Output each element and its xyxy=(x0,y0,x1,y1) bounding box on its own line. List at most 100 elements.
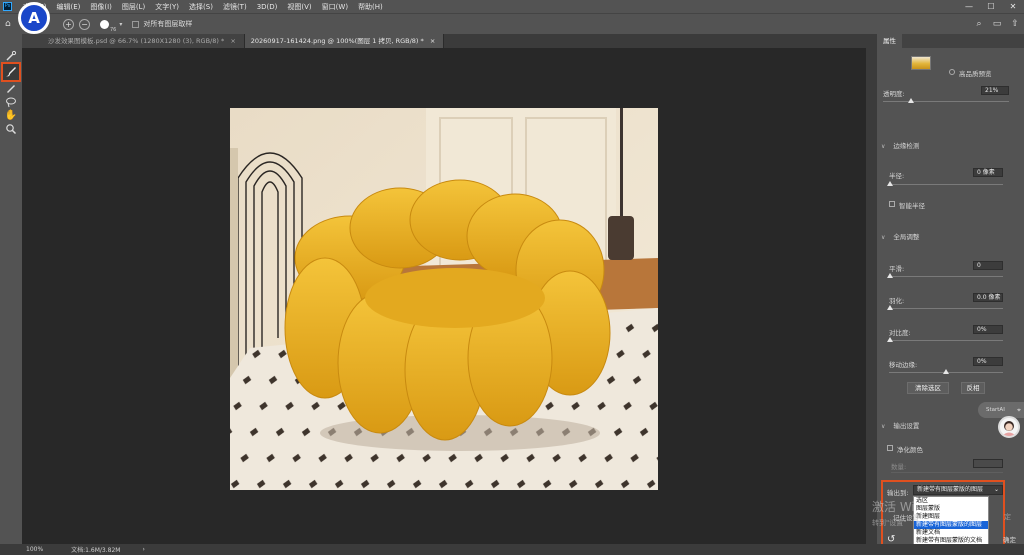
hand-icon[interactable]: ✋ xyxy=(3,109,19,123)
opacity-label: 透明度: xyxy=(883,90,905,98)
invert-button[interactable]: 反相 xyxy=(961,382,985,394)
close-icon[interactable]: × xyxy=(230,37,235,45)
canvas-area[interactable] xyxy=(22,48,866,544)
output-to-select[interactable]: 新建带有图层蒙版的图层 ⌄ xyxy=(913,485,1003,495)
menu-3d[interactable]: 3D(D) xyxy=(252,3,283,11)
contrast-field[interactable]: 0% xyxy=(973,325,1003,334)
shift-edge-slider-knob[interactable] xyxy=(943,369,949,374)
brush-preview-icon[interactable] xyxy=(100,19,109,29)
amount-slider-track xyxy=(891,472,1003,473)
feather-label: 羽化: xyxy=(889,297,905,305)
option-new-layer[interactable]: 新建图层 xyxy=(914,513,988,521)
clear-selection-button[interactable]: 清除选区 xyxy=(907,382,949,394)
brush-icon[interactable] xyxy=(3,82,19,96)
close-window-button[interactable]: ✕ xyxy=(1002,2,1024,11)
feather-slider-knob[interactable] xyxy=(887,305,893,310)
smooth-slider-track[interactable] xyxy=(889,276,1003,277)
refine-edge-brush-icon[interactable] xyxy=(1,62,21,82)
smooth-field[interactable]: 0 xyxy=(973,261,1003,270)
document-size: 文档:1.6M/3.82M xyxy=(71,547,121,554)
edge-detection-title: 边缘检测 xyxy=(893,142,920,150)
app-logo-icon: A xyxy=(18,2,50,34)
output-to-options: 选区 图层蒙版 新建图层 新建带有图层蒙版的图层 新建文档 新建带有图层蒙版的文… xyxy=(913,496,989,546)
shift-edge-label: 移动边缘: xyxy=(889,361,918,369)
opacity-slider-knob[interactable] xyxy=(908,98,914,103)
lasso-icon[interactable] xyxy=(3,96,19,110)
menu-bar: Ps 文件(F) 编辑(E) 图像(I) 图层(L) 文字(Y) 选择(S) 滤… xyxy=(0,0,1024,13)
smart-radius-checkbox[interactable] xyxy=(889,201,895,207)
chevron-down-icon[interactable]: ▾ xyxy=(119,21,122,28)
decontaminate-colors-checkbox[interactable] xyxy=(887,445,893,451)
subtract-from-selection-icon[interactable]: − xyxy=(79,18,90,30)
home-icon[interactable]: ⌂ xyxy=(5,19,13,29)
option-selection[interactable]: 选区 xyxy=(914,497,988,505)
chevron-down-icon: ⌄ xyxy=(993,486,999,493)
menu-window[interactable]: 窗口(W) xyxy=(317,2,353,12)
feather-field[interactable]: 0.0 像素 xyxy=(973,293,1003,302)
output-settings-header[interactable]: ∨ 输出设置 xyxy=(881,420,919,430)
global-refine-header[interactable]: ∨ 全局调整 xyxy=(881,231,919,241)
tab-label: 沙发效果图模板.psd @ 66.7% (1280X1280 (3), RGB/… xyxy=(48,37,225,45)
contrast-slider-track[interactable] xyxy=(889,340,1003,341)
opacity-slider-track[interactable] xyxy=(883,101,1009,102)
search-icon[interactable]: ⌕ xyxy=(970,19,988,29)
menu-layer[interactable]: 图层(L) xyxy=(117,2,150,12)
radius-field[interactable]: 0 像素 xyxy=(973,168,1003,177)
activation-watermark-subtitle: 转到"设置" xyxy=(872,519,907,527)
status-menu-arrow[interactable]: › xyxy=(142,546,144,553)
pin-icon[interactable]: ⌖ xyxy=(1017,402,1021,418)
menu-filter[interactable]: 滤镜(T) xyxy=(218,2,252,12)
workspace-icon[interactable]: ▭ xyxy=(988,19,1006,29)
activation-watermark-side: 定 xyxy=(1004,513,1011,521)
panel-dock-strip[interactable] xyxy=(866,34,876,544)
shift-edge-field[interactable]: 0% xyxy=(973,357,1003,366)
startai-label: StartAI xyxy=(986,407,1005,413)
panel-tabs: 属性 xyxy=(877,34,1024,48)
maximize-button[interactable]: ☐ xyxy=(980,2,1002,11)
chevron-down-icon: ∨ xyxy=(881,234,886,241)
radius-slider-knob[interactable] xyxy=(887,181,893,186)
opacity-field[interactable]: 21% xyxy=(981,86,1009,95)
minimize-button[interactable]: — xyxy=(958,2,980,11)
view-mode-thumbnail[interactable] xyxy=(911,56,931,70)
smart-radius-label: 智能半径 xyxy=(899,202,925,210)
options-right-icons: ⌕ ▭ ⇧ xyxy=(970,19,1024,29)
menu-select[interactable]: 选择(S) xyxy=(184,2,218,12)
high-quality-preview-radio[interactable] xyxy=(949,69,955,75)
tab-properties[interactable]: 属性 xyxy=(877,34,902,48)
add-to-selection-icon[interactable]: + xyxy=(63,18,74,30)
zoom-icon[interactable] xyxy=(3,123,19,137)
option-new-document[interactable]: 新建文档 xyxy=(914,529,988,537)
option-layer-mask[interactable]: 图层蒙版 xyxy=(914,505,988,513)
high-quality-preview-label: 高品质预览 xyxy=(959,70,992,78)
decontaminate-colors-label: 净化颜色 xyxy=(897,446,923,454)
edge-detection-header[interactable]: ∨ 边缘检测 xyxy=(881,140,919,150)
smooth-slider-knob[interactable] xyxy=(887,273,893,278)
close-icon[interactable]: × xyxy=(430,37,435,45)
brush-size-value: 76 xyxy=(110,27,117,33)
feather-slider-track[interactable] xyxy=(889,308,1003,309)
properties-panel: 属性 高品质预览 透明度: 21% ∨ 边缘检测 半径: 0 像素 智能半径 ∨ 全… xyxy=(876,34,1024,554)
option-new-layer-with-mask[interactable]: 新建带有图层蒙版的图层 xyxy=(914,521,988,529)
window-controls: — ☐ ✕ xyxy=(958,2,1024,11)
status-bar: 100% 文档:1.6M/3.82M › xyxy=(0,544,1024,555)
menu-view[interactable]: 视图(V) xyxy=(282,2,316,12)
zoom-level[interactable]: 100% xyxy=(26,546,43,553)
ok-button[interactable]: 确定 xyxy=(1003,534,1016,544)
menu-image[interactable]: 图像(I) xyxy=(85,2,117,12)
menu-help[interactable]: 帮助(H) xyxy=(353,2,388,12)
amount-field xyxy=(973,459,1003,468)
share-icon[interactable]: ⇧ xyxy=(1006,19,1024,29)
menu-edit[interactable]: 编辑(E) xyxy=(52,2,86,12)
radius-slider-track[interactable] xyxy=(889,184,1003,185)
startai-widget[interactable]: StartAI ⌖ xyxy=(978,402,1024,418)
avatar[interactable] xyxy=(998,416,1020,438)
sample-all-layers-checkbox[interactable] xyxy=(132,20,140,28)
contrast-slider-knob[interactable] xyxy=(887,337,893,342)
amount-label: 数量: xyxy=(891,463,907,471)
menu-type[interactable]: 文字(Y) xyxy=(150,2,184,12)
contrast-label: 对比度: xyxy=(889,329,911,337)
tab-document-psd[interactable]: 沙发效果图模板.psd @ 66.7% (1280X1280 (3), RGB/… xyxy=(22,34,245,48)
document-image[interactable] xyxy=(230,108,658,490)
tab-document-png[interactable]: 20260917-161424.png @ 100%(图层 1 拷贝, RGB/… xyxy=(244,34,445,48)
